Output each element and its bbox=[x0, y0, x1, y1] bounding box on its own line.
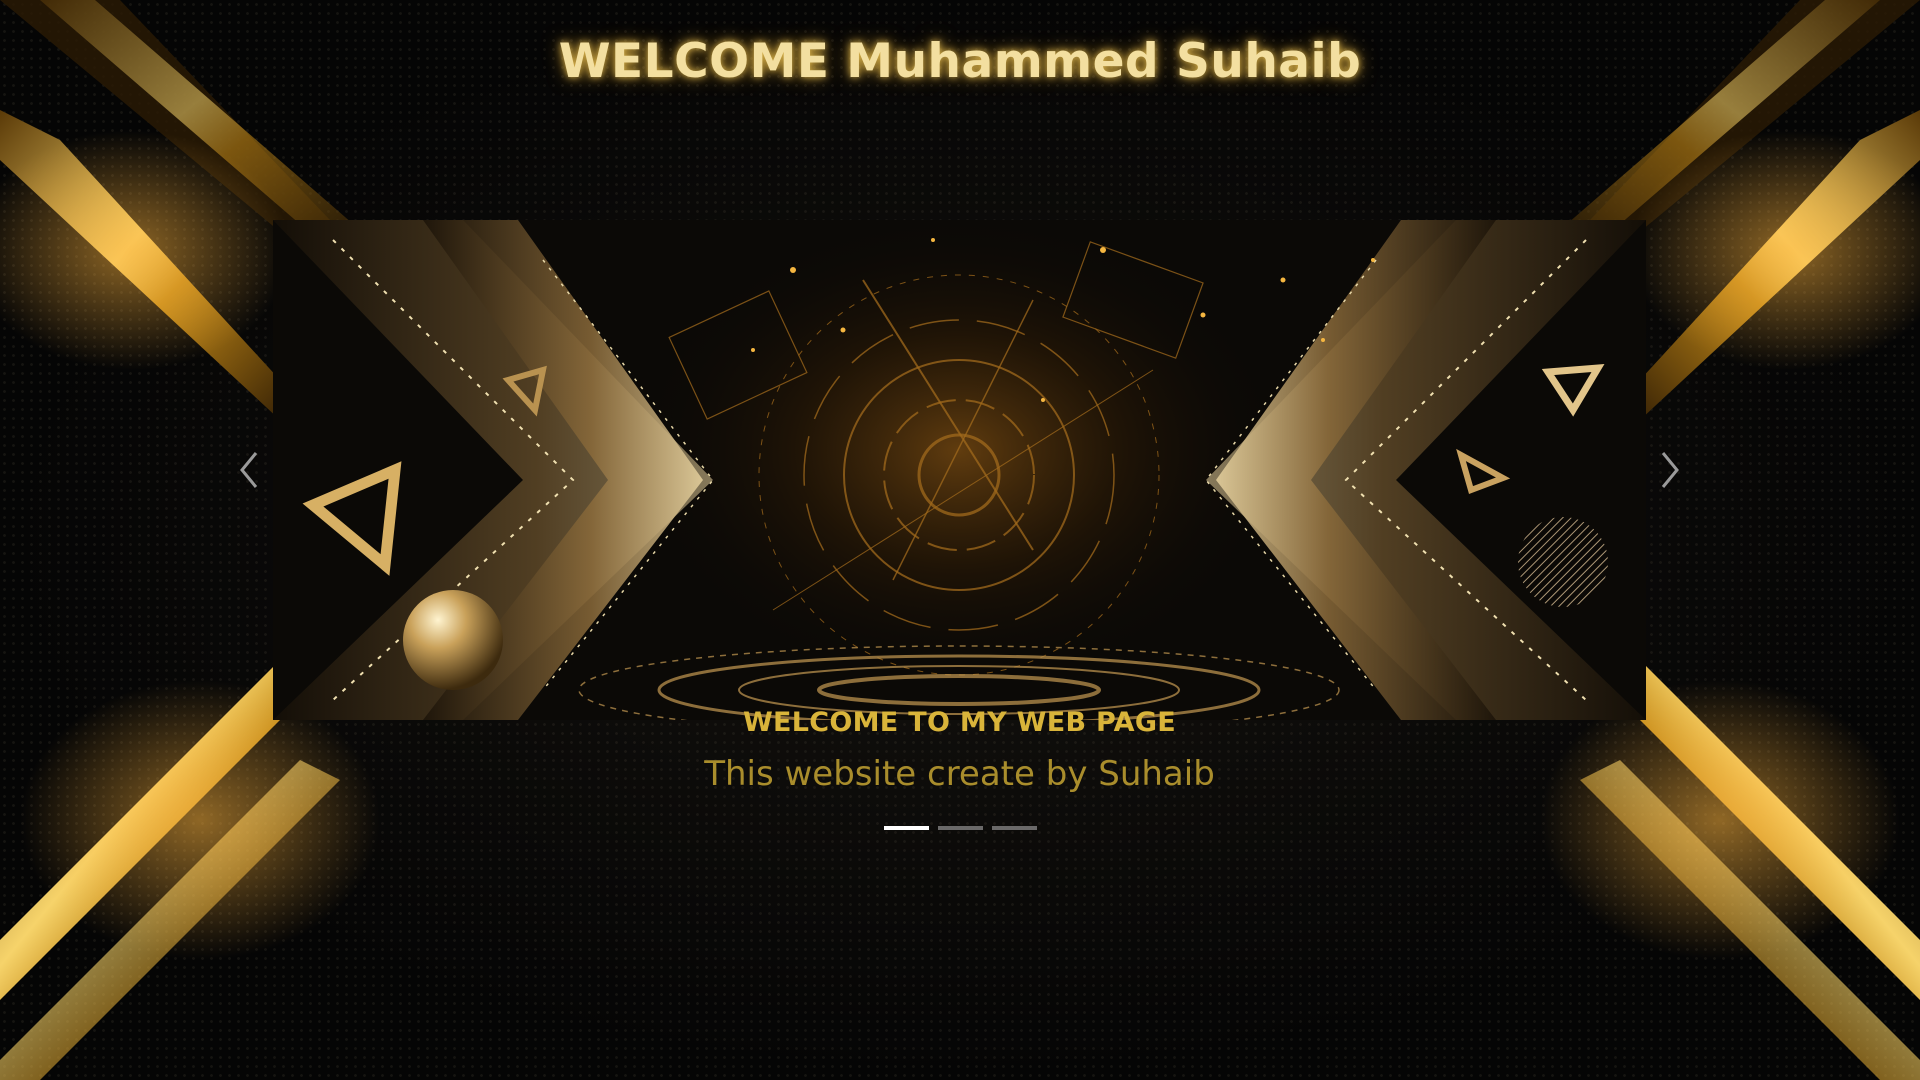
carousel-indicator-1[interactable] bbox=[883, 826, 929, 830]
carousel-indicator-2[interactable] bbox=[937, 826, 983, 830]
carousel-prev-button[interactable] bbox=[219, 440, 279, 500]
chevron-right-icon bbox=[1661, 452, 1679, 488]
page-background: WELCOME Muhammed Suhaib WELCOME TO MY WE… bbox=[0, 0, 1920, 1080]
carousel-next-button[interactable] bbox=[1640, 440, 1700, 500]
carousel-slide bbox=[273, 220, 1646, 720]
carousel-indicator-3[interactable] bbox=[991, 826, 1037, 830]
slide-caption-title: WELCOME TO MY WEB PAGE bbox=[742, 707, 1177, 738]
slide-banner-image bbox=[273, 220, 1646, 720]
page-title: WELCOME Muhammed Suhaib bbox=[558, 34, 1362, 90]
slide-caption-text: This website create by Suhaib bbox=[704, 754, 1215, 794]
carousel-indicators bbox=[0, 826, 1920, 830]
chevron-left-icon bbox=[240, 452, 258, 488]
